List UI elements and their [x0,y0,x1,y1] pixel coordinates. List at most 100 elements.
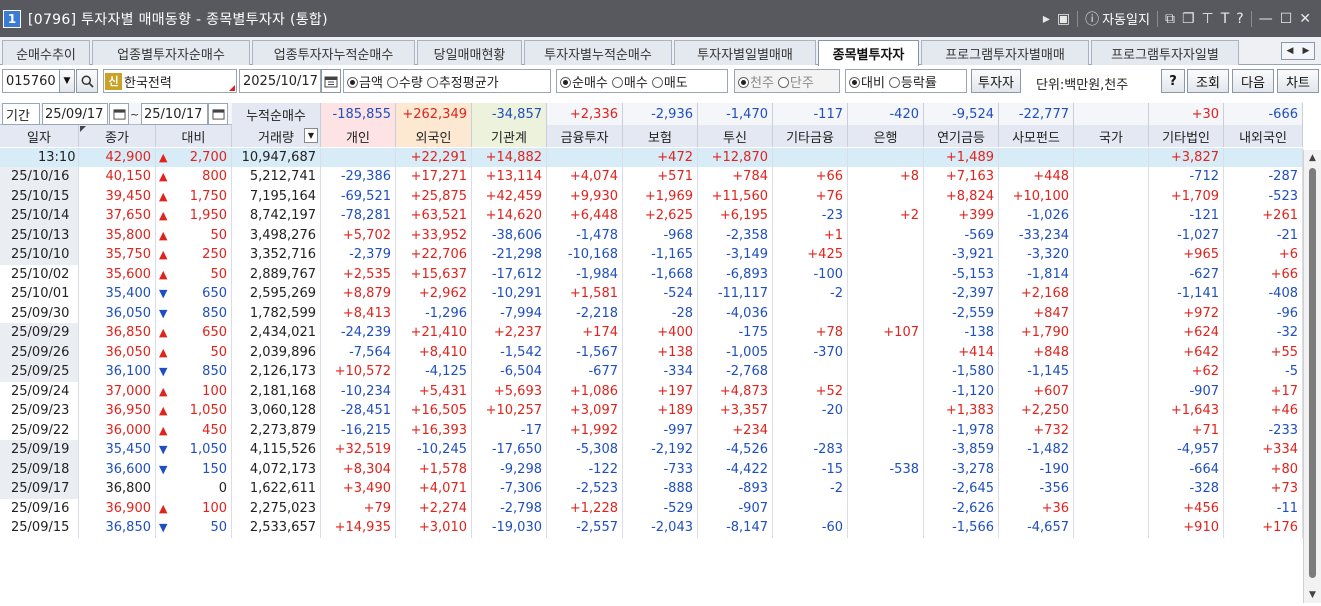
table-cell: 2,181,168 [232,381,321,401]
radio-buy[interactable]: 매수 [611,72,648,91]
tab-8[interactable]: 프로그램투자자별매매 [921,40,1089,65]
play-icon[interactable]: ▸ [1043,11,1050,27]
table-row[interactable]: 25/10/15 39,450 ▲ 1,750 7,195,164 -69,521 +25,… [0,186,1303,206]
table-row[interactable]: 25/10/10 35,750 ▲ 250 3,352,716 -2,379 +22,706… [0,245,1303,265]
column-header[interactable]: 거래량 ▼ [232,125,321,147]
table-cell [848,342,924,362]
help-button[interactable]: ? [1161,69,1185,93]
table-row[interactable]: 25/09/19 35,450 ▼ 1,050 4,115,526 +32,519 -10,… [0,440,1303,460]
radio-single-shares[interactable]: 단주 [777,72,814,91]
table-cell: +8,410 [396,342,472,362]
table-row[interactable]: 25/09/18 36,600 ▼ 150 4,072,173 +8,304 +1,578-… [0,459,1303,479]
table-cell: -627 [1149,264,1224,284]
period-from-input[interactable]: 25/09/17 [42,103,108,125]
vertical-scrollbar[interactable]: ▲ ▼ [1303,150,1321,603]
stock-search-button[interactable] [76,69,98,93]
pin-icon[interactable]: ⊤ [1202,11,1214,27]
tab-1[interactable]: 순매수추이 [2,40,90,65]
screen-icon[interactable]: ▣ [1057,11,1070,27]
auto-journal-button[interactable]: ⓘ 자동일지 [1085,9,1150,29]
tab-4[interactable]: 당일매매현황 [417,40,522,65]
trade-type-radio-group: 순매수 매수 매도 [556,69,728,93]
minimize-icon[interactable]: — [1259,11,1273,27]
change-value: 1,050 [189,442,227,458]
table-cell: -20 [773,401,848,421]
table-cell: +1,086 [547,381,623,401]
table-cell: -893 [698,479,773,499]
table-row[interactable]: 13:10 42,900 ▲ 2,700 10,947,687 +22,291 +14,88… [0,147,1303,167]
radio-net-buy[interactable]: 순매수 [560,72,608,91]
scroll-down-icon[interactable]: ▼ [1304,587,1321,603]
table-cell: +847 [999,303,1074,323]
table-cell: +3,357 [698,401,773,421]
close-icon[interactable]: ✕ [1299,11,1311,27]
table-row[interactable]: 25/10/02 35,600 ▲ 50 2,889,767 +2,535 +15,637-… [0,264,1303,284]
table-cell: 3,060,128 [232,401,321,421]
window-link-icon[interactable]: ⧉ [1165,11,1175,27]
table-cell: -1,026 [999,206,1074,226]
tab-7[interactable]: 종목별투자자 [818,40,919,66]
table-cell: +5,702 [321,225,396,245]
radio-avg-price[interactable]: 추정평균가 [426,72,499,91]
date-input[interactable]: 2025/10/17 [239,69,321,93]
table-cell: +25,875 [396,186,472,206]
chevron-down-icon[interactable]: ▼ [304,128,318,143]
tab-6[interactable]: 투자자별일별매매 [674,40,816,65]
table-row[interactable]: 25/09/17 36,800 0 1,622,611 +3,490 +4,071 -7,3… [0,479,1303,499]
tab-3[interactable]: 업종투자자누적순매수 [252,40,415,65]
tab-right-icon[interactable]: ▶ [1298,43,1314,59]
table-cell: +63,521 [396,206,472,226]
radio-sell[interactable]: 매도 [651,72,688,91]
radio-selected-icon [849,76,860,88]
window-number-badge[interactable]: 1 [3,9,21,28]
radio-amount[interactable]: 금액 [347,72,383,91]
tab-scroll-arrows[interactable]: ◀ ▶ [1281,42,1315,60]
period-to-calendar-button[interactable] [208,103,228,125]
tab-9[interactable]: 프로그램투자자일별 [1091,40,1239,65]
table-cell: ▼ 650 [156,284,232,304]
table-row[interactable]: 25/09/16 36,900 ▲ 100 2,275,023 +79 +2,274 -2,7… [0,498,1303,518]
maximize-icon[interactable]: ☐ [1280,11,1293,27]
table-row[interactable]: 25/09/25 36,100 ▼ 850 2,126,173 +10,572 -4,125… [0,362,1303,382]
table-cell: +2,535 [321,264,396,284]
table-row[interactable]: 25/09/30 36,050 ▼ 850 1,782,599 +8,413 -1,296-… [0,303,1303,323]
next-button[interactable]: 다음 [1232,69,1274,93]
investor-button[interactable]: 투자자 [971,69,1021,93]
table-row[interactable]: 25/09/23 36,950 ▲ 1,050 3,060,128 -28,451 +16,… [0,401,1303,421]
query-button[interactable]: 조회 [1187,69,1229,93]
chart-button[interactable]: 차트 [1277,69,1319,93]
radio-versus[interactable]: 대비 [849,72,885,91]
table-row[interactable]: 25/09/22 36,000 ▲ 450 2,273,879 -16,215 +16,39… [0,420,1303,440]
stock-name-field[interactable]: 신 한국전력 [103,69,237,93]
table-row[interactable]: 25/10/13 35,800 ▲ 50 3,498,276 +5,702 +33,952-… [0,225,1303,245]
code-dropdown-button[interactable]: ▼ [59,69,75,93]
tab-2[interactable]: 업종별투자자순매수 [92,40,250,65]
date-calendar-button[interactable] [321,69,341,93]
window-copy-icon[interactable]: ❐ [1182,11,1195,27]
radio-rate[interactable]: 등락률 [888,72,937,91]
table-row[interactable]: 25/09/24 37,000 ▲ 100 2,181,168 -10,234 +5,431… [0,381,1303,401]
table-cell: 1,622,611 [232,479,321,499]
table-row[interactable]: 25/10/14 37,650 ▲ 1,950 8,742,197 -78,281 +63,… [0,206,1303,226]
table-row[interactable]: 25/09/29 36,850 ▲ 650 2,434,021 -24,239 +21,41… [0,323,1303,343]
table-row[interactable]: 25/09/26 36,050 ▲ 50 2,039,896 -7,564 +8,410 -1… [0,342,1303,362]
stock-code-input[interactable]: 015760 [2,69,60,93]
scroll-up-icon[interactable]: ▲ [1304,150,1321,166]
table-cell: -2,379 [321,245,396,265]
table-cell: +5,693 [472,381,547,401]
tab-left-icon[interactable]: ◀ [1282,43,1298,59]
table-row[interactable]: 25/10/01 35,400 ▼ 650 2,595,269 +8,879 +2,962-… [0,284,1303,304]
help-icon[interactable]: ? [1236,11,1243,27]
period-to-input[interactable]: 25/10/17 [141,103,208,125]
period-from-calendar-button[interactable] [109,103,129,125]
table-cell: -32 [1224,323,1303,343]
table-row[interactable]: 25/09/15 36,850 ▼ 50 2,533,657 +14,935 +3,010-… [0,518,1303,538]
font-size-icon[interactable]: T [1221,11,1230,27]
cumulative-value: -117 [773,103,848,125]
table-row[interactable]: 25/10/16 40,150 ▲ 800 5,212,741 -29,386 +17,27… [0,167,1303,187]
radio-thousand-shares[interactable]: 천주 [738,72,774,91]
tab-5[interactable]: 투자자별누적순매수 [524,40,672,65]
scroll-thumb[interactable] [1309,168,1316,578]
radio-quantity[interactable]: 수량 [386,72,423,91]
table-cell: -1,567 [547,342,623,362]
